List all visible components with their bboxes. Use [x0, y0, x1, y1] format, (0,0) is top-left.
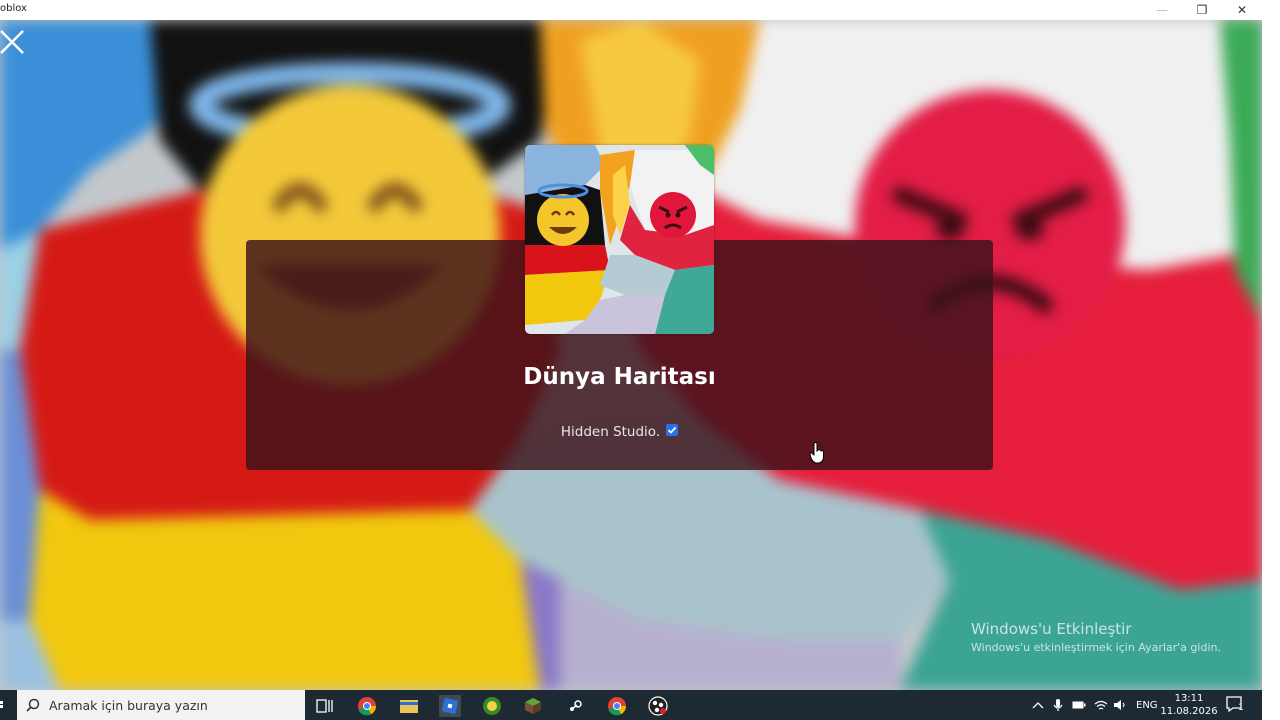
minecraft-icon[interactable]: [522, 695, 544, 717]
steam-icon[interactable]: [564, 695, 586, 717]
roblox-icon[interactable]: [439, 695, 461, 717]
notification-center-button[interactable]: 1: [1226, 696, 1246, 714]
restore-icon: ❐: [1196, 3, 1208, 17]
wifi-icon[interactable]: [1094, 690, 1108, 720]
hand-cursor-icon: [809, 442, 824, 464]
task-view-icon[interactable]: [314, 695, 336, 717]
notification-count: 1: [1238, 703, 1244, 713]
xbox-icon[interactable]: [481, 695, 503, 717]
game-thumbnail: [525, 145, 714, 334]
clock-date: 11.08.2026: [1160, 706, 1218, 717]
obs-icon[interactable]: [647, 695, 669, 717]
screen: oblox — ❐ ✕ Dünya Haritası Hidden Studio…: [0, 0, 1280, 720]
microphone-icon[interactable]: [1053, 690, 1063, 720]
close-icon[interactable]: [0, 30, 26, 56]
minimize-button[interactable]: —: [1142, 0, 1182, 20]
maximize-button[interactable]: ❐: [1182, 0, 1222, 20]
thumbnail-map-image: [525, 145, 714, 334]
clock-time: 13:11: [1174, 693, 1204, 704]
search-placeholder: Aramak için buraya yazın: [49, 697, 208, 713]
window-edge: [1262, 0, 1280, 720]
file-explorer-icon[interactable]: [398, 695, 420, 717]
taskbar: Aramak için buraya yazın ENG 13:11 11.08…: [0, 690, 1262, 720]
window-titlebar: oblox — ❐ ✕: [0, 0, 1262, 20]
taskbar-search[interactable]: Aramak için buraya yazın: [17, 690, 305, 720]
close-window-button[interactable]: ✕: [1222, 0, 1262, 20]
volume-icon[interactable]: [1113, 690, 1127, 720]
close-icon: ✕: [1236, 3, 1248, 17]
start-button[interactable]: [0, 690, 16, 720]
battery-icon[interactable]: [1072, 690, 1086, 720]
chrome-icon[interactable]: [606, 695, 628, 717]
chrome-icon[interactable]: [356, 695, 378, 717]
verified-icon: [666, 424, 679, 436]
language-indicator[interactable]: ENG: [1136, 690, 1158, 720]
clock[interactable]: 13:11 11.08.2026: [1160, 692, 1218, 718]
creator-name: Hidden Studio.: [560, 424, 661, 440]
watermark-title: Windows'u Etkinleştir: [971, 620, 1132, 638]
tray-overflow-icon[interactable]: [1032, 690, 1044, 720]
window-title: oblox: [0, 3, 27, 14]
minimize-icon: —: [1156, 3, 1168, 17]
watermark-subtitle: Windows'u etkinleştirmek için Ayarlar'a …: [971, 641, 1221, 654]
windows-activation-watermark: Windows'u Etkinleştir Windows'u etkinleş…: [971, 620, 1221, 654]
search-icon: [26, 698, 40, 712]
language-label: ENG: [1136, 699, 1158, 711]
creator-row: Hidden Studio.: [246, 424, 993, 440]
game-title: Dünya Haritası: [523, 364, 716, 390]
